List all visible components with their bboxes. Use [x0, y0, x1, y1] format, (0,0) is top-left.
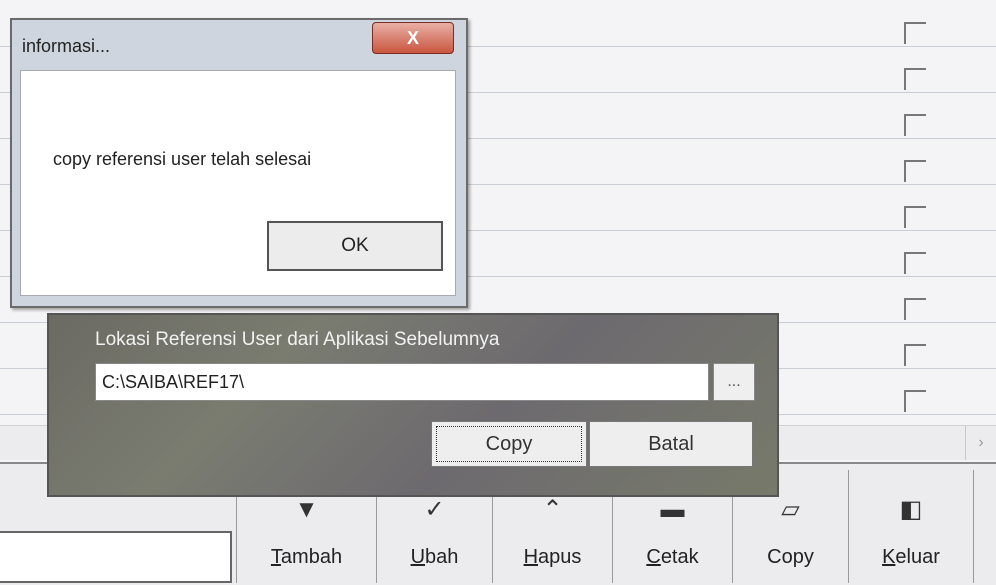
dialog-body: copy referensi user telah selesai OK: [20, 70, 456, 296]
keluar-label: eluar: [895, 546, 940, 568]
row-checkbox[interactable]: [904, 114, 926, 136]
row-checkbox[interactable]: [904, 160, 926, 182]
dialog-title: informasi...: [22, 36, 111, 56]
row-checkbox[interactable]: [904, 22, 926, 44]
info-dialog: informasi... X copy referensi user telah…: [10, 18, 468, 308]
hapus-mnemonic: H: [523, 546, 539, 568]
status-field: [0, 531, 232, 583]
folder-icon: ▱: [781, 496, 800, 523]
cancel-button[interactable]: Batal: [589, 421, 753, 467]
exit-door-icon: ◧: [899, 496, 923, 523]
cetak-mnemonic: C: [646, 546, 661, 568]
close-icon[interactable]: X: [372, 22, 454, 54]
check-icon: ✓: [424, 496, 445, 523]
print-icon: ▬: [660, 496, 685, 523]
copy-button[interactable]: Copy: [431, 421, 587, 467]
delete-icon: ⌃: [542, 496, 563, 523]
row-checkbox[interactable]: [904, 206, 926, 228]
ubah-mnemonic: U: [410, 546, 426, 568]
dialog-message: copy referensi user telah selesai: [53, 149, 312, 169]
row-checkbox[interactable]: [904, 68, 926, 90]
cetak-label: etak: [660, 546, 699, 568]
copy-panel-title: Lokasi Referensi User dari Aplikasi Sebe…: [95, 329, 500, 350]
row-checkbox[interactable]: [904, 390, 926, 412]
ok-button[interactable]: OK: [267, 221, 443, 271]
add-icon: ▼: [294, 496, 319, 523]
copy-toolbar-label: Copy: [767, 546, 814, 568]
path-input[interactable]: [95, 363, 709, 401]
tambah-mnemonic: T: [270, 546, 281, 568]
keluar-button[interactable]: ◧ Keluar: [848, 470, 974, 583]
copy-reference-panel: Lokasi Referensi User dari Aplikasi Sebe…: [47, 313, 779, 497]
scroll-right-arrow-icon[interactable]: ›: [965, 426, 996, 460]
browse-button[interactable]: ...: [713, 363, 755, 401]
row-checkbox[interactable]: [904, 298, 926, 320]
row-checkbox[interactable]: [904, 344, 926, 366]
row-checkbox[interactable]: [904, 252, 926, 274]
hapus-label: apus: [538, 546, 582, 568]
keluar-mnemonic: K: [882, 546, 896, 568]
tambah-label: ambah: [280, 546, 343, 568]
ubah-label: bah: [425, 546, 459, 568]
